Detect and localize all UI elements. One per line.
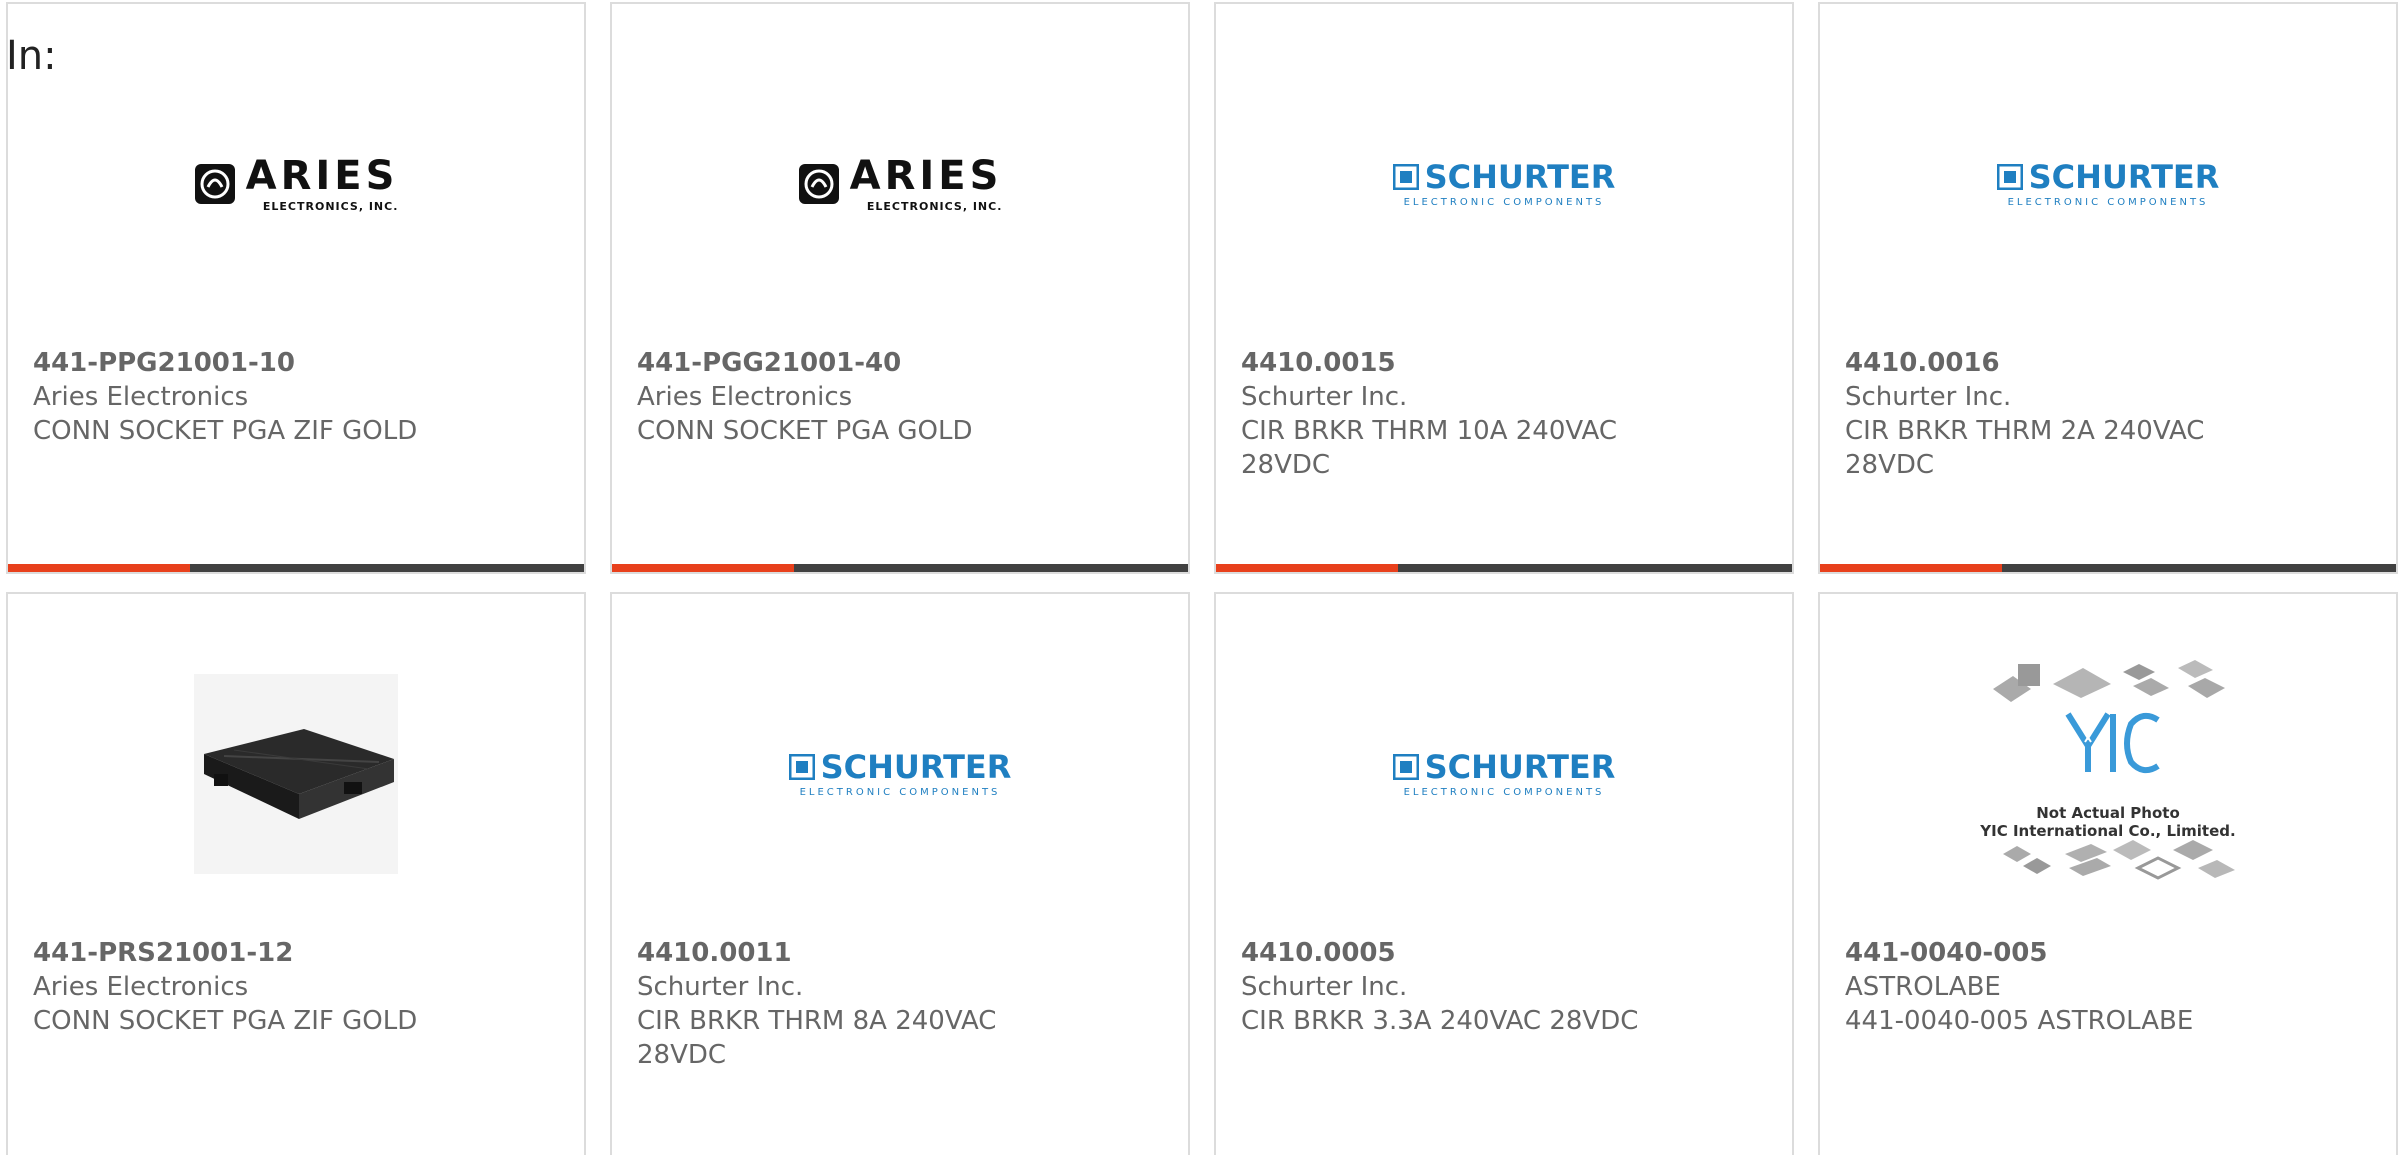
schurter-logo-text: SCHURTER — [2028, 157, 2220, 196]
part-number-link[interactable]: 441-0040-005 — [1845, 936, 2265, 970]
product-card[interactable]: 441-PRS21001-12 Aries Electronics CONN S… — [6, 592, 586, 1155]
manufacturer: ASTROLABE — [1845, 972, 2001, 1002]
card-bottom-bar — [1216, 564, 1792, 572]
aries-emblem-icon — [194, 164, 235, 204]
part-number-link[interactable]: 4410.0016 — [1845, 346, 2265, 380]
product-image[interactable]: SCHURTER ELECTRONIC COMPONENTS — [1820, 64, 2396, 304]
card-bottom-bar — [1820, 564, 2396, 572]
product-grid: ARIES ELECTRONICS, INC. 441-PPG21001-10 … — [6, 2, 2400, 1155]
aries-logo-subtitle: ELECTRONICS, INC. — [866, 199, 1003, 213]
product-card[interactable]: SCHURTER ELECTRONIC COMPONENTS 4410.0015… — [1214, 2, 1794, 574]
schurter-logo-subtitle: ELECTRONIC COMPONENTS — [2007, 196, 2209, 208]
card-bottom-bar — [612, 564, 1188, 572]
product-card[interactable]: SCHURTER ELECTRONIC COMPONENTS 4410.0016… — [1818, 2, 2398, 574]
product-image[interactable]: SCHURTER ELECTRONIC COMPONENTS — [612, 654, 1188, 894]
product-card[interactable]: ARIES ELECTRONICS, INC. 441-PPG21001-10 … — [6, 2, 586, 574]
description: CONN SOCKET PGA ZIF GOLD — [33, 1006, 418, 1036]
aries-logo-text: ARIES — [849, 152, 1003, 199]
yic-placeholder-image: Not Actual Photo YIC International Co., … — [1973, 654, 2243, 894]
part-number-link[interactable]: 441-PGG21001-40 — [637, 346, 1057, 380]
schurter-logo-subtitle: ELECTRONIC COMPONENTS — [799, 786, 1001, 798]
product-card[interactable]: SCHURTER ELECTRONIC COMPONENTS 4410.0011… — [610, 592, 1190, 1155]
card-accent-bar — [612, 564, 794, 572]
product-info: 4410.0016 Schurter Inc. CIR BRKR THRM 2A… — [1845, 346, 2265, 482]
product-image[interactable]: Not Actual Photo YIC International Co., … — [1820, 654, 2396, 894]
manufacturer: Schurter Inc. — [1845, 382, 2012, 412]
schurter-emblem-icon — [1392, 753, 1419, 780]
description: 441-0040-005 ASTROLABE — [1845, 1006, 2194, 1036]
manufacturer: Aries Electronics — [33, 972, 249, 1002]
card-accent-bar — [1216, 564, 1398, 572]
card-bottom-bar — [8, 564, 584, 572]
part-number-link[interactable]: 4410.0011 — [637, 936, 1057, 970]
description: CIR BRKR THRM 2A 240VAC 28VDC — [1845, 416, 2205, 480]
description: CIR BRKR THRM 8A 240VAC 28VDC — [637, 1006, 997, 1070]
schurter-emblem-icon — [1392, 163, 1419, 190]
product-image[interactable] — [8, 654, 584, 894]
product-results-page: In: ARIES ELECTRONICS, INC. 441-PPG21001… — [0, 0, 2400, 1155]
product-image[interactable]: SCHURTER ELECTRONIC COMPONENTS — [1216, 654, 1792, 894]
product-info: 4410.0011 Schurter Inc. CIR BRKR THRM 8A… — [637, 936, 1057, 1072]
schurter-logo: SCHURTER ELECTRONIC COMPONENTS — [788, 747, 1012, 798]
description: CONN SOCKET PGA GOLD — [637, 416, 973, 446]
manufacturer: Schurter Inc. — [1241, 972, 1408, 1002]
schurter-logo: SCHURTER ELECTRONIC COMPONENTS — [1392, 747, 1616, 798]
product-info: 441-PRS21001-12 Aries Electronics CONN S… — [33, 936, 453, 1038]
card-accent-bar — [8, 564, 190, 572]
product-card[interactable]: ARIES ELECTRONICS, INC. 441-PGG21001-40 … — [610, 2, 1190, 574]
aries-logo-text: ARIES — [245, 152, 399, 199]
schurter-logo-subtitle: ELECTRONIC COMPONENTS — [1403, 786, 1605, 798]
manufacturer: Aries Electronics — [33, 382, 249, 412]
yic-company-label: YIC International Co., Limited. — [1980, 822, 2236, 840]
schurter-logo-text: SCHURTER — [820, 747, 1012, 786]
product-info: 441-0040-005 ASTROLABE 441-0040-005 ASTR… — [1845, 936, 2265, 1038]
aries-logo: ARIES ELECTRONICS, INC. — [798, 156, 1003, 213]
product-info: 441-PGG21001-40 Aries Electronics CONN S… — [637, 346, 1057, 448]
card-accent-bar — [1820, 564, 2002, 572]
aries-logo-subtitle: ELECTRONICS, INC. — [262, 199, 399, 213]
in-filter-label: In: — [6, 33, 57, 79]
schurter-logo-text: SCHURTER — [1424, 747, 1616, 786]
manufacturer: Schurter Inc. — [637, 972, 804, 1002]
product-image[interactable]: ARIES ELECTRONICS, INC. — [612, 64, 1188, 304]
part-number-link[interactable]: 4410.0005 — [1241, 936, 1661, 970]
part-number-link[interactable]: 441-PRS21001-12 — [33, 936, 453, 970]
not-actual-photo-label: Not Actual Photo — [2036, 804, 2180, 822]
part-number-link[interactable]: 441-PPG21001-10 — [33, 346, 453, 380]
schurter-logo: SCHURTER ELECTRONIC COMPONENTS — [1392, 157, 1616, 208]
schurter-logo-text: SCHURTER — [1424, 157, 1616, 196]
description: CIR BRKR THRM 10A 240VAC 28VDC — [1241, 416, 1617, 480]
yic-caption: Not Actual Photo YIC International Co., … — [1973, 804, 2243, 840]
product-image[interactable]: SCHURTER ELECTRONIC COMPONENTS — [1216, 64, 1792, 304]
socket-photo — [194, 674, 398, 874]
product-info: 4410.0005 Schurter Inc. CIR BRKR 3.3A 24… — [1241, 936, 1661, 1038]
product-info: 441-PPG21001-10 Aries Electronics CONN S… — [33, 346, 453, 448]
product-image[interactable]: ARIES ELECTRONICS, INC. — [8, 64, 584, 304]
product-card[interactable]: SCHURTER ELECTRONIC COMPONENTS 4410.0005… — [1214, 592, 1794, 1155]
manufacturer: Aries Electronics — [637, 382, 853, 412]
product-card[interactable]: Not Actual Photo YIC International Co., … — [1818, 592, 2398, 1155]
schurter-emblem-icon — [788, 753, 815, 780]
description: CIR BRKR 3.3A 240VAC 28VDC — [1241, 1006, 1639, 1036]
part-number-link[interactable]: 4410.0015 — [1241, 346, 1661, 380]
schurter-logo-subtitle: ELECTRONIC COMPONENTS — [1403, 196, 1605, 208]
aries-logo: ARIES ELECTRONICS, INC. — [194, 156, 399, 213]
description: CONN SOCKET PGA ZIF GOLD — [33, 416, 418, 446]
product-info: 4410.0015 Schurter Inc. CIR BRKR THRM 10… — [1241, 346, 1661, 482]
chip-packages-icon — [1993, 660, 2235, 880]
manufacturer: Schurter Inc. — [1241, 382, 1408, 412]
schurter-logo: SCHURTER ELECTRONIC COMPONENTS — [1996, 157, 2220, 208]
aries-emblem-icon — [798, 164, 839, 204]
schurter-emblem-icon — [1996, 163, 2023, 190]
